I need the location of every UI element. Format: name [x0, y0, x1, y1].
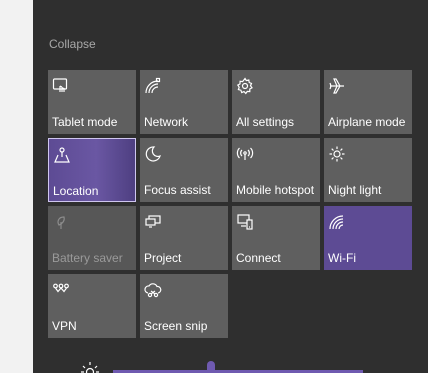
tile-vpn[interactable]: VPN	[48, 274, 136, 338]
tile-battery-saver[interactable]: Battery saver	[48, 206, 136, 270]
tile-label: Location	[53, 184, 99, 198]
battery-saver-icon	[52, 213, 70, 231]
tablet-mode-icon	[52, 77, 70, 95]
tile-label: Connect	[236, 251, 281, 265]
project-icon	[144, 213, 162, 231]
moon-icon	[144, 145, 162, 163]
tile-label: Battery saver	[52, 251, 123, 265]
tile-location[interactable]: Location	[48, 138, 136, 202]
desktop-background	[0, 0, 33, 373]
tile-all-settings[interactable]: All settings	[232, 70, 320, 134]
tile-connect[interactable]: Connect	[232, 206, 320, 270]
tile-project[interactable]: Project	[140, 206, 228, 270]
tile-label: Network	[144, 115, 189, 129]
wifi-icon	[328, 213, 346, 231]
hotspot-icon	[236, 145, 254, 163]
brightness-slider-thumb[interactable]	[207, 361, 215, 373]
connect-icon	[236, 213, 254, 231]
tile-label: Tablet mode	[52, 115, 118, 129]
tile-label: Project	[144, 251, 182, 265]
tile-label: Airplane mode	[328, 115, 406, 129]
tile-label: Focus assist	[144, 183, 211, 197]
network-icon	[144, 77, 162, 95]
tile-screen-snip[interactable]: Screen snip	[140, 274, 228, 338]
vpn-icon	[52, 281, 70, 299]
tile-mobile-hotspot[interactable]: Mobile hotspot	[232, 138, 320, 202]
tile-wifi[interactable]: Wi-Fi	[324, 206, 412, 270]
gear-icon	[236, 77, 254, 95]
collapse-link[interactable]: Collapse	[49, 37, 96, 51]
tile-label: Night light	[328, 183, 382, 197]
screen-snip-icon	[144, 281, 162, 299]
brightness-icon	[80, 360, 100, 373]
location-icon	[53, 146, 71, 164]
tile-airplane-mode[interactable]: Airplane mode	[324, 70, 412, 134]
airplane-icon	[328, 77, 346, 95]
brightness-icon	[328, 145, 346, 163]
tile-night-light[interactable]: Night light	[324, 138, 412, 202]
tile-label: Screen snip	[144, 319, 208, 333]
tile-network[interactable]: Network	[140, 70, 228, 134]
tile-tablet-mode[interactable]: Tablet mode	[48, 70, 136, 134]
tile-label: All settings	[236, 115, 295, 129]
tile-label: Mobile hotspot	[236, 183, 315, 197]
tile-focus-assist[interactable]: Focus assist	[140, 138, 228, 202]
tile-label: Wi-Fi	[328, 251, 356, 265]
tile-label: VPN	[52, 319, 77, 333]
